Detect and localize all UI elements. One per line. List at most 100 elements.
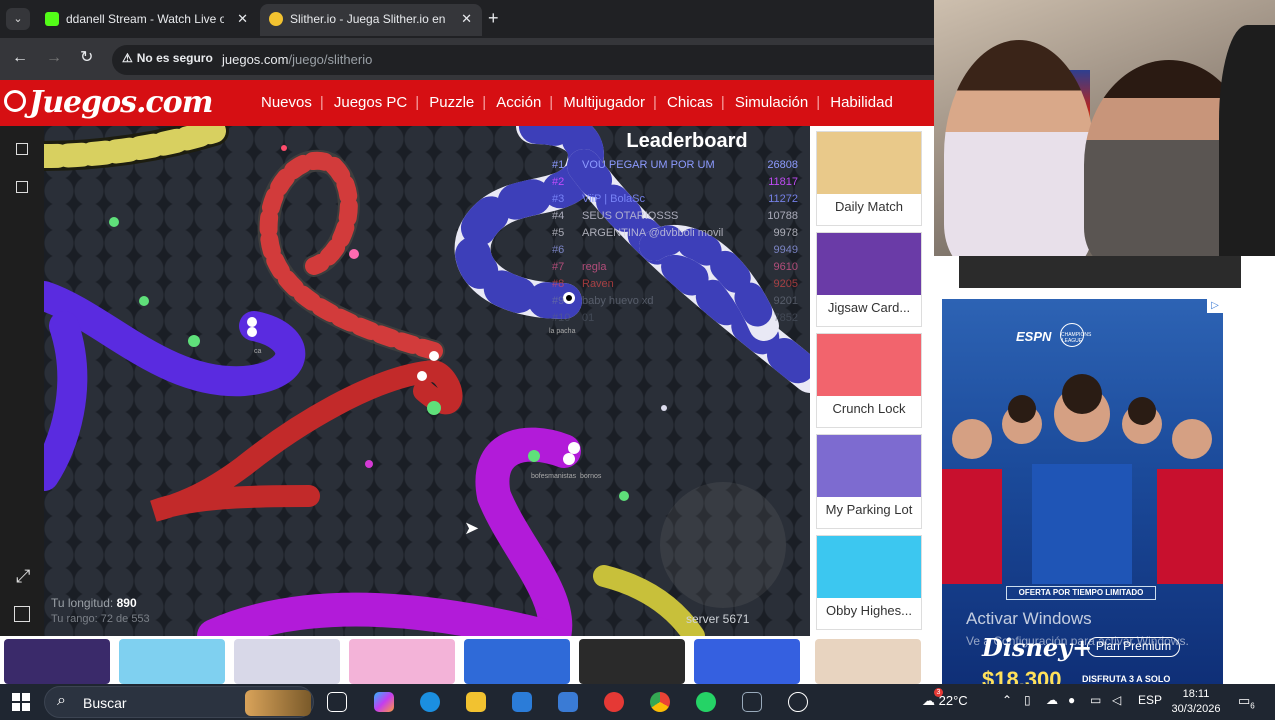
snake-red bbox=[150, 359, 463, 522]
volume-icon[interactable]: ◁ bbox=[1112, 693, 1121, 707]
champions-league-logo: CHAMPIONS LEAGUE bbox=[1060, 323, 1091, 347]
disney-plus-logo: Disney+ bbox=[982, 633, 1093, 662]
chevron-up-icon[interactable]: ⌃ bbox=[1002, 693, 1012, 707]
game-thumbnail[interactable] bbox=[4, 639, 110, 684]
game-thumbnail[interactable] bbox=[579, 639, 685, 684]
length-readout: Tu longitud: 890 bbox=[51, 596, 137, 610]
game-card-label: My Parking Lot bbox=[825, 502, 913, 517]
outlook-icon[interactable] bbox=[558, 692, 578, 712]
leaderboard-name: regla bbox=[582, 261, 607, 273]
espn-logo: ESPN bbox=[1016, 329, 1052, 344]
file-explorer-icon[interactable] bbox=[466, 692, 486, 712]
plan-premium-button[interactable]: Plan Premium bbox=[1087, 637, 1180, 657]
copilot-icon[interactable] bbox=[374, 692, 394, 712]
reload-icon[interactable]: ↻ bbox=[80, 48, 93, 68]
leaderboard-row: #5 ARGENTINA @dvbboli movil 9978 bbox=[552, 227, 802, 244]
nav-nuevos[interactable]: Nuevos bbox=[250, 80, 323, 126]
url-path: /juego/slitherio bbox=[288, 52, 373, 67]
taskbar-search[interactable]: ⌕ Buscar bbox=[44, 686, 314, 718]
nav-accion[interactable]: Acción bbox=[482, 80, 552, 126]
tab-search-button[interactable]: ⌄ bbox=[6, 8, 30, 30]
cloud-sync-icon[interactable]: ☁ bbox=[1046, 693, 1058, 707]
language-indicator[interactable]: ESP bbox=[1138, 693, 1162, 707]
leaderboard-row: #2 11817 bbox=[552, 176, 802, 193]
tray-app-icon[interactable]: ▯ bbox=[1024, 693, 1031, 707]
square-icon[interactable] bbox=[16, 143, 28, 155]
notification-count: 6 bbox=[1250, 701, 1255, 711]
game-card-crunch-lock[interactable]: Crunch Lock bbox=[816, 333, 922, 428]
windows-start-icon[interactable] bbox=[12, 693, 30, 711]
length-label: Tu longitud: bbox=[51, 596, 114, 610]
media-player-icon[interactable] bbox=[604, 692, 624, 712]
leaderboard-rank: #10 bbox=[552, 312, 571, 324]
game-card-daily-match[interactable]: Daily Match bbox=[816, 131, 922, 226]
banner-ad[interactable] bbox=[959, 256, 1241, 288]
task-view-icon[interactable] bbox=[327, 692, 347, 712]
leaderboard-score: 9610 bbox=[773, 261, 798, 273]
nav-chicas[interactable]: Chicas bbox=[653, 80, 724, 126]
address-bar[interactable]: ⚠ No es seguro juegos.com/juego/slitherio bbox=[112, 45, 934, 75]
game-card-jigsaw[interactable]: Jigsaw Card... bbox=[816, 232, 922, 327]
site-logo[interactable]: Juegos.com bbox=[4, 84, 213, 122]
game-thumbnail[interactable] bbox=[464, 639, 570, 684]
game-thumbnail[interactable] bbox=[694, 639, 800, 684]
kick-favicon-icon bbox=[45, 12, 59, 26]
disney-plus-ad[interactable]: ▷ ESPN CHAMPIONS LEAGUE OFERTA POR TIEMP… bbox=[942, 299, 1223, 684]
snake-name-label: bofesmanistas bbox=[531, 473, 577, 480]
game-thumbnail[interactable] bbox=[815, 639, 921, 684]
weather-widget[interactable]: ☁ 3 22°C bbox=[922, 688, 968, 709]
leaderboard-name: 01 bbox=[582, 312, 595, 324]
leaderboard-score: 9949 bbox=[773, 244, 798, 256]
rank-readout: Tu rango: 72 de 553 bbox=[51, 613, 150, 625]
leaderboard-row: #1 VOU PEGAR UM POR UM 26808 bbox=[552, 159, 802, 176]
close-icon[interactable]: ✕ bbox=[461, 4, 472, 34]
snake-name-label: ca bbox=[254, 348, 262, 355]
game-thumbnail bbox=[817, 233, 921, 295]
whatsapp-icon[interactable] bbox=[696, 692, 716, 712]
category-nav: Nuevos Juegos PC Puzzle Acción Multijuga… bbox=[250, 80, 904, 126]
clock[interactable]: 18:11 30/3/2026 bbox=[1168, 687, 1224, 717]
leaderboard-row: #8 Raven 9205 bbox=[552, 278, 802, 295]
notification-icon[interactable]: ▭6 bbox=[1238, 693, 1255, 711]
square-icon[interactable] bbox=[16, 181, 28, 193]
adchoices-icon[interactable]: ▷ bbox=[1207, 299, 1223, 313]
nav-habilidad[interactable]: Habilidad bbox=[816, 80, 904, 126]
tab-slither[interactable]: Slither.io - Juega Slither.io en Ju ✕ bbox=[260, 4, 482, 36]
leaderboard-rank: #7 bbox=[552, 261, 565, 273]
new-tab-icon[interactable]: + bbox=[488, 8, 499, 28]
microsoft-store-icon[interactable] bbox=[512, 692, 532, 712]
network-icon[interactable]: ▭ bbox=[1090, 693, 1101, 707]
game-card-obby[interactable]: Obby Highes... bbox=[816, 535, 922, 630]
back-icon[interactable]: ← bbox=[12, 48, 28, 68]
game-thumbnail[interactable] bbox=[119, 639, 225, 684]
nav-simulacion[interactable]: Simulación bbox=[721, 80, 819, 126]
site-header: Juegos.com Nuevos Juegos PC Puzzle Acció… bbox=[0, 80, 934, 126]
slither-game-canvas[interactable]: Leaderboard #1 VOU PEGAR UM POR UM 26808 #2… bbox=[44, 126, 810, 636]
url-host: juegos.com bbox=[222, 52, 289, 67]
nav-juegos-pc[interactable]: Juegos PC bbox=[320, 80, 418, 126]
edge-icon[interactable] bbox=[420, 692, 440, 712]
microphone-icon[interactable]: ● bbox=[1068, 693, 1075, 707]
close-icon[interactable]: ✕ bbox=[237, 4, 248, 34]
security-chip[interactable]: ⚠ No es seguro bbox=[122, 51, 213, 65]
game-thumbnail[interactable] bbox=[234, 639, 340, 684]
slither-favicon-icon bbox=[269, 12, 283, 26]
chrome-icon[interactable] bbox=[650, 692, 670, 712]
forward-icon[interactable]: → bbox=[46, 48, 62, 68]
game-card-parking-lot[interactable]: My Parking Lot bbox=[816, 434, 922, 529]
activate-windows-title: Activar Windows bbox=[966, 609, 1092, 628]
tab-kick-stream[interactable]: ddanell Stream - Watch Live on ✕ bbox=[36, 4, 258, 36]
game-thumbnail[interactable] bbox=[349, 639, 455, 684]
square-icon[interactable] bbox=[14, 606, 30, 622]
leaderboard-row: #4 SEUS OTARIOSSS 10788 bbox=[552, 210, 802, 227]
leaderboard-score: 9205 bbox=[773, 278, 798, 290]
speedometer-icon[interactable] bbox=[788, 692, 808, 712]
tab-bar: ⌄ ddanell Stream - Watch Live on ✕ Slith… bbox=[0, 0, 934, 38]
nav-puzzle[interactable]: Puzzle bbox=[415, 80, 485, 126]
app-icon[interactable] bbox=[742, 692, 762, 712]
nav-multijugador[interactable]: Multijugador bbox=[549, 80, 656, 126]
leaderboard: Leaderboard #1 VOU PEGAR UM POR UM 26808 #2… bbox=[552, 130, 802, 329]
fullscreen-icon[interactable]: ⤢ bbox=[16, 566, 30, 587]
game-thumbnail bbox=[817, 536, 921, 598]
leaderboard-rank: #8 bbox=[552, 278, 565, 290]
